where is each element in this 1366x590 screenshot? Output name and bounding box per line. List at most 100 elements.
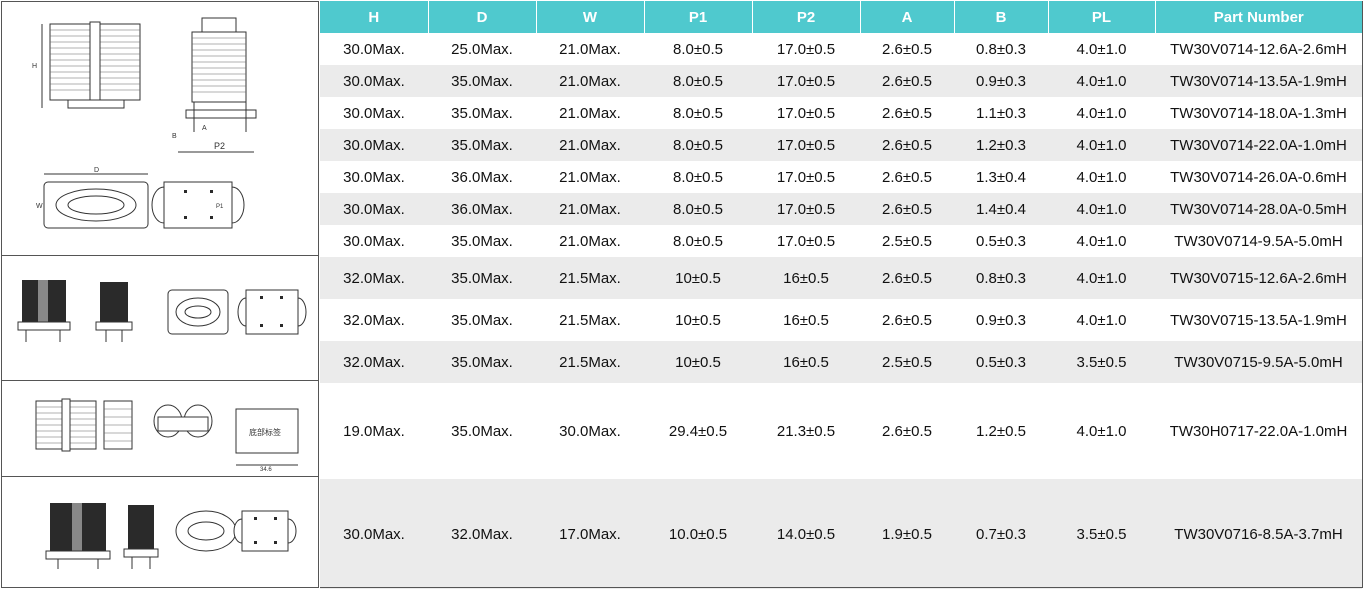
dim-b-label: B: [172, 133, 177, 140]
cell-h: 19.0Max.: [320, 383, 428, 479]
cell-d: 35.0Max.: [428, 65, 536, 97]
cell-a: 2.5±0.5: [860, 225, 954, 257]
cell-pl: 4.0±1.0: [1048, 257, 1155, 299]
cell-d: 35.0Max.: [428, 129, 536, 161]
cell-p1: 29.4±0.5: [644, 383, 752, 479]
dim-d-label: D: [94, 167, 99, 174]
cell-w: 21.0Max.: [536, 97, 644, 129]
vertical-choke-compact-drawing-icon: [17, 280, 307, 342]
col-header-h: H: [320, 1, 429, 33]
cell-part-number: TW30V0715-13.5A-1.9mH: [1155, 299, 1362, 341]
table-row: 32.0Max. 35.0Max. 21.5Max. 10±0.5 16±0.5 2.5±…: [320, 341, 1362, 383]
cell-h: 32.0Max.: [320, 341, 428, 383]
cell-h: 30.0Max.: [320, 193, 428, 225]
cell-h: 30.0Max.: [320, 161, 428, 193]
cell-h: 32.0Max.: [320, 299, 428, 341]
cell-a: 2.6±0.5: [860, 129, 954, 161]
table-row: 30.0Max. 35.0Max. 21.0Max. 8.0±0.5 17.0±0.5 2…: [320, 65, 1362, 97]
cell-part-number: TW30V0715-12.6A-2.6mH: [1155, 257, 1362, 299]
cell-h: 30.0Max.: [320, 97, 428, 129]
cell-a: 2.6±0.5: [860, 97, 954, 129]
cell-p2: 16±0.5: [752, 341, 860, 383]
cell-p2: 16±0.5: [752, 299, 860, 341]
cell-p1: 10±0.5: [644, 341, 752, 383]
table-row: 30.0Max. 25.0Max. 21.0Max. 8.0±0.5 17.0±0.5 2…: [320, 33, 1362, 65]
spec-table: H D W P1 P2 A B PL Part Number 30.0Max. 2…: [320, 1, 1362, 589]
cell-pl: 3.5±0.5: [1048, 341, 1155, 383]
drawing-cell-3: 底部标签 34.6: [1, 381, 319, 477]
cell-h: 30.0Max.: [320, 225, 428, 257]
cell-d: 35.0Max.: [428, 383, 536, 479]
cell-w: 21.5Max.: [536, 257, 644, 299]
dim-a-label: A: [202, 125, 207, 132]
cell-d: 35.0Max.: [428, 341, 536, 383]
dim-p1-label: P1: [216, 204, 224, 210]
cell-p2: 21.3±0.5: [752, 383, 860, 479]
cell-h: 30.0Max.: [320, 129, 428, 161]
cell-w: 21.0Max.: [536, 161, 644, 193]
header-row: H D W P1 P2 A B PL Part Number: [320, 1, 1362, 33]
cell-p1: 8.0±0.5: [644, 65, 752, 97]
cell-b: 0.8±0.3: [954, 257, 1048, 299]
col-header-part-number: Part Number: [1155, 1, 1362, 33]
table-row: 30.0Max. 32.0Max. 17.0Max. 10.0±0.5 14.0±0.5…: [320, 479, 1362, 589]
dim-p2-label: P2: [214, 141, 225, 151]
cell-p2: 17.0±0.5: [752, 97, 860, 129]
col-header-b: B: [954, 1, 1049, 33]
table-row: 30.0Max. 36.0Max. 21.0Max. 8.0±0.5 17.0±0.5 2…: [320, 193, 1362, 225]
cell-part-number: TW30V0714-18.0A-1.3mH: [1155, 97, 1362, 129]
small-vertical-choke-drawing-icon: [45, 503, 297, 569]
cell-d: 36.0Max.: [428, 193, 536, 225]
cell-pl: 4.0±1.0: [1048, 225, 1155, 257]
cell-b: 0.8±0.3: [954, 33, 1048, 65]
cell-b: 1.2±0.3: [954, 129, 1048, 161]
cell-pl: 4.0±1.0: [1048, 97, 1155, 129]
cell-b: 1.1±0.3: [954, 97, 1048, 129]
cell-part-number: TW30V0715-9.5A-5.0mH: [1155, 341, 1362, 383]
table-row: 32.0Max. 35.0Max. 21.5Max. 10±0.5 16±0.5 2.6±…: [320, 299, 1362, 341]
cell-a: 2.6±0.5: [860, 33, 954, 65]
col-header-pl: PL: [1048, 1, 1156, 33]
table-border-bottom: [320, 587, 1363, 588]
table-row: 30.0Max. 35.0Max. 21.0Max. 8.0±0.5 17.0±0.5 2…: [320, 225, 1362, 257]
spec-sheet: H P2 B A D W P1 底部标签 34.6 H D W P1 P2 A …: [0, 0, 1366, 590]
table-border-right: [1362, 1, 1363, 588]
cell-h: 30.0Max.: [320, 479, 428, 589]
table-row: 30.0Max. 36.0Max. 21.0Max. 8.0±0.5 17.0±0.5 2…: [320, 161, 1362, 193]
cell-b: 0.9±0.3: [954, 65, 1048, 97]
bottom-label-chinese: 底部标签: [249, 427, 281, 437]
cell-pl: 4.0±1.0: [1048, 383, 1155, 479]
dim-h-label: H: [32, 63, 37, 70]
drawing-cell-1: H P2 B A D W P1: [1, 1, 319, 256]
cell-b: 1.3±0.4: [954, 161, 1048, 193]
cell-b: 0.5±0.3: [954, 341, 1048, 383]
dim-346-label: 34.6: [260, 467, 272, 473]
cell-p2: 14.0±0.5: [752, 479, 860, 589]
cell-p1: 8.0±0.5: [644, 193, 752, 225]
cell-p1: 8.0±0.5: [644, 33, 752, 65]
cell-pl: 4.0±1.0: [1048, 65, 1155, 97]
cell-a: 2.6±0.5: [860, 65, 954, 97]
drawing-cell-4: [1, 477, 319, 588]
drawing-cell-2: [1, 256, 319, 381]
col-header-w: W: [536, 1, 645, 33]
cell-d: 35.0Max.: [428, 225, 536, 257]
cell-w: 21.5Max.: [536, 341, 644, 383]
cell-w: 21.0Max.: [536, 65, 644, 97]
cell-w: 21.0Max.: [536, 129, 644, 161]
cell-p1: 10.0±0.5: [644, 479, 752, 589]
dim-w-label: W: [36, 203, 43, 210]
cell-a: 2.5±0.5: [860, 341, 954, 383]
cell-b: 0.9±0.3: [954, 299, 1048, 341]
vertical-choke-drawing-icon: H P2 B A D W P1: [32, 17, 257, 229]
table-row: 32.0Max. 35.0Max. 21.5Max. 10±0.5 16±0.5 2.6±…: [320, 257, 1362, 299]
cell-b: 0.7±0.3: [954, 479, 1048, 589]
cell-d: 25.0Max.: [428, 33, 536, 65]
cell-a: 2.6±0.5: [860, 299, 954, 341]
cell-p1: 8.0±0.5: [644, 161, 752, 193]
table-row: 30.0Max. 35.0Max. 21.0Max. 8.0±0.5 17.0±0.5 2…: [320, 97, 1362, 129]
cell-a: 2.6±0.5: [860, 383, 954, 479]
cell-part-number: TW30V0714-13.5A-1.9mH: [1155, 65, 1362, 97]
cell-part-number: TW30V0716-8.5A-3.7mH: [1155, 479, 1362, 589]
cell-pl: 4.0±1.0: [1048, 299, 1155, 341]
